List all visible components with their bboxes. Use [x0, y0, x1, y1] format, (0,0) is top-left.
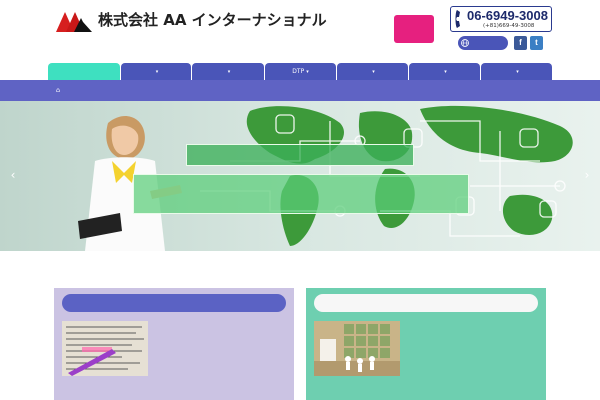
- nav-tab-contact[interactable]: ▾: [481, 63, 552, 80]
- company-name[interactable]: 株式会社 AA インターナショナル: [98, 9, 327, 30]
- breadcrumb[interactable]: ⌂: [56, 86, 60, 94]
- nav-tab-interpretation[interactable]: ▾: [192, 63, 264, 80]
- translation-panel: [54, 288, 294, 400]
- site-header: 株式会社 AA インターナショナル 06-6949-3008 (+81)669-…: [0, 0, 600, 62]
- interpretation-panel: [306, 288, 546, 400]
- interpretation-panel-title[interactable]: [314, 294, 538, 312]
- home-icon: ⌂: [56, 86, 61, 94]
- twitter-icon: t: [535, 38, 538, 47]
- breadcrumb-bar: ⌂: [0, 80, 600, 101]
- phone-icon: [455, 10, 460, 28]
- caret-down-icon: ▾: [372, 69, 375, 75]
- office-figures-photo: [314, 321, 400, 376]
- chevron-left-icon: ‹: [10, 168, 16, 182]
- nav-tab-dtp[interactable]: DTP ▾: [265, 63, 336, 80]
- company-logo[interactable]: [56, 10, 92, 32]
- translation-panel-title[interactable]: [62, 294, 286, 312]
- nav-tab-translation[interactable]: ▾: [121, 63, 191, 80]
- nav-tab-home[interactable]: [48, 63, 120, 80]
- chevron-right-icon: ›: [584, 168, 590, 182]
- hero-slider: ‹ ›: [0, 101, 600, 251]
- hero-caption-small: [186, 144, 414, 166]
- nav-tab-web[interactable]: ▾: [337, 63, 408, 80]
- phone-box[interactable]: 06-6949-3008 (+81)669-49-3008: [450, 6, 552, 32]
- slider-next-button[interactable]: ›: [582, 167, 592, 183]
- twitter-button[interactable]: t: [530, 36, 543, 50]
- nav-tab-label: DTP: [292, 68, 305, 75]
- phone-number-international: (+81)669-49-3008: [483, 23, 535, 29]
- globe-icon: [461, 39, 469, 47]
- caret-down-icon: ▾: [155, 69, 159, 75]
- caret-down-icon: ▾: [306, 69, 309, 75]
- slider-prev-button[interactable]: ‹: [8, 167, 18, 183]
- phone-number: 06-6949-3008: [467, 8, 548, 23]
- language-select-button[interactable]: [458, 36, 508, 50]
- caret-down-icon: ▾: [444, 69, 447, 75]
- main-nav: ▾ ▾ DTP ▾ ▾ ▾ ▾: [0, 63, 600, 80]
- inquiry-button[interactable]: [394, 15, 434, 43]
- nav-tab-company[interactable]: ▾: [409, 63, 480, 80]
- caret-down-icon: ▾: [227, 69, 231, 75]
- caret-down-icon: ▾: [516, 69, 519, 75]
- facebook-icon: f: [519, 38, 522, 47]
- hero-caption-large: [133, 174, 469, 214]
- facebook-button[interactable]: f: [514, 36, 527, 50]
- dictionary-photo: [62, 321, 148, 376]
